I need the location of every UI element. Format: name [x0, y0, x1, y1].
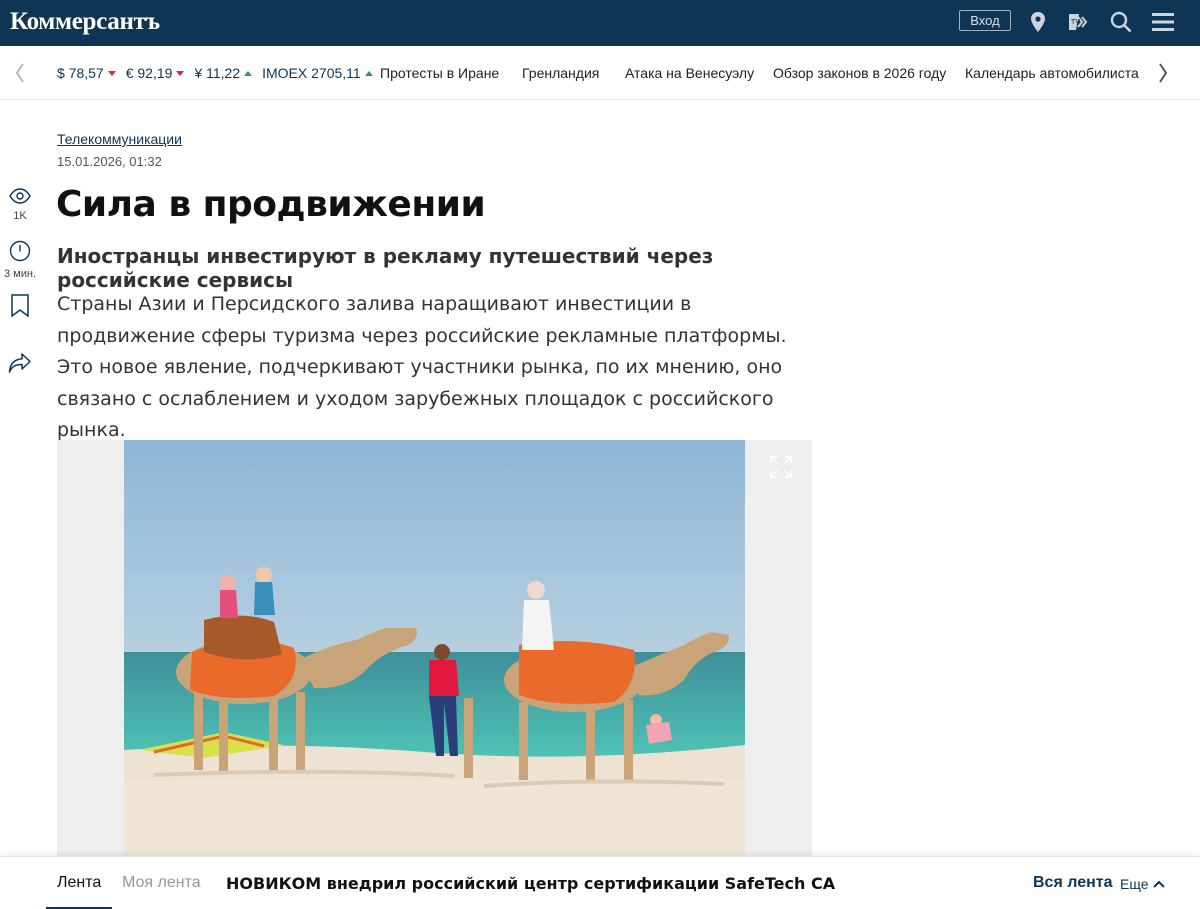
- share-icon[interactable]: [0, 352, 40, 378]
- news-feed-bar: Лента Моя лента НОВИКОМ внедрил российск…: [0, 856, 1200, 909]
- tab-feed[interactable]: Лента: [57, 874, 101, 892]
- more-button[interactable]: Еще: [1120, 876, 1165, 892]
- eye-icon: [9, 188, 31, 204]
- topic-link-laws-2026[interactable]: Обзор законов в 2026 году: [773, 65, 946, 81]
- article-title: Сила в продвижении: [56, 184, 486, 225]
- currency-rates: $ 78,57 € 92,19 ¥ 11,22 IMOEX 2705,11: [57, 65, 373, 81]
- trend-up-icon: [244, 70, 253, 76]
- rate-usd[interactable]: $ 78,57: [57, 65, 116, 81]
- article-lead: Страны Азии и Персидского залива наращив…: [57, 293, 787, 441]
- expand-photo-icon[interactable]: [769, 455, 793, 479]
- rate-cny[interactable]: ¥ 11,22: [194, 65, 253, 81]
- article-date: 15.01.2026, 01:32: [57, 154, 162, 169]
- article-photo[interactable]: [124, 440, 745, 856]
- site-logo[interactable]: Коммерсантъ: [10, 8, 160, 36]
- ticker-bar: $ 78,57 € 92,19 ¥ 11,22 IMOEX 2705,11 Пр…: [0, 46, 1200, 100]
- views-counter: 1K: [0, 188, 40, 222]
- trend-up-icon: [364, 70, 373, 76]
- topic-link-venezuela[interactable]: Атака на Венесуэлу: [625, 65, 754, 81]
- tab-my-feed[interactable]: Моя лента: [122, 874, 201, 892]
- views-count: 1K: [13, 210, 27, 222]
- chevron-left-icon[interactable]: [10, 60, 30, 86]
- svg-text:TV: TV: [1070, 18, 1080, 26]
- clock-icon: [9, 240, 31, 262]
- chevron-right-icon[interactable]: [1153, 60, 1173, 86]
- trend-down-icon: [107, 70, 116, 76]
- more-label: Еще: [1120, 876, 1149, 892]
- login-button[interactable]: Вход: [959, 10, 1011, 31]
- feed-headline[interactable]: НОВИКОМ внедрил российский центр сертифи…: [226, 874, 835, 893]
- topic-link-calendar[interactable]: Календарь автомобилиста: [965, 65, 1139, 81]
- read-time: 3 мин.: [0, 240, 40, 280]
- location-pin-icon[interactable]: [1024, 8, 1052, 36]
- all-feed-link[interactable]: Вся лента: [1033, 874, 1112, 892]
- article-subtitle: Иностранцы инвестируют в рекламу путешес…: [57, 244, 714, 292]
- chevron-up-icon: [1152, 880, 1165, 888]
- rate-imoex[interactable]: IMOEX 2705,11: [262, 65, 373, 81]
- article-photo-frame: [57, 440, 812, 856]
- trend-down-icon: [176, 70, 185, 76]
- topic-link-iran[interactable]: Протесты в Иране: [380, 65, 499, 81]
- site-header: Коммерсантъ Вход TV: [0, 0, 1200, 46]
- bookmark-icon[interactable]: [0, 294, 40, 322]
- tv-fm-icon[interactable]: TV: [1065, 8, 1093, 36]
- menu-icon[interactable]: [1149, 8, 1177, 36]
- topic-link-greenland[interactable]: Гренландия: [522, 65, 599, 81]
- read-time-label: 3 мин.: [3, 268, 36, 280]
- rate-eur[interactable]: € 92,19: [126, 65, 185, 81]
- search-icon[interactable]: [1107, 8, 1135, 36]
- article-rubric-link[interactable]: Телекоммуникации: [57, 131, 182, 147]
